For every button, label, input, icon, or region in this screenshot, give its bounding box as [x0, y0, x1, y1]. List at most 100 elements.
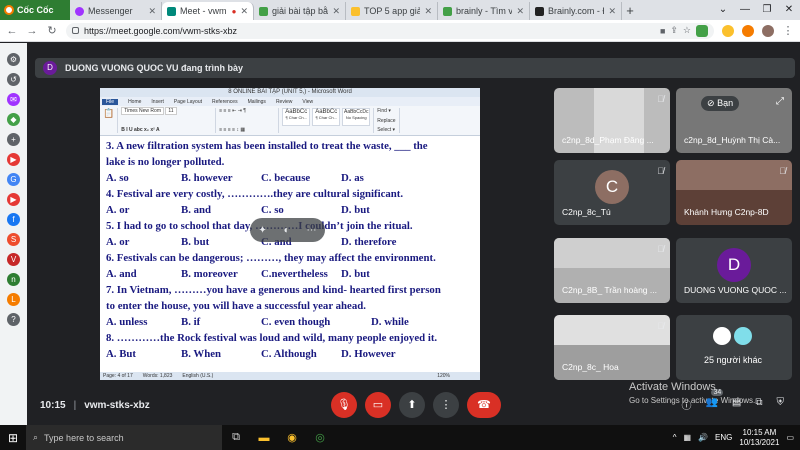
- more-options-button[interactable]: ⋮: [433, 392, 459, 418]
- expand-icon[interactable]: ⤢: [776, 96, 784, 107]
- option: B. but: [181, 236, 210, 248]
- close-window-icon[interactable]: ✕: [778, 0, 800, 20]
- camera-off-icon: ⊘: [707, 98, 715, 108]
- history-icon[interactable]: ↺: [7, 73, 20, 86]
- tab-messenger[interactable]: Messenger ✕: [70, 2, 162, 20]
- option: C.nevertheless: [261, 268, 328, 280]
- tab-brainly[interactable]: Brainly.com - Đi ✕: [530, 2, 622, 20]
- doc-line: 6. Festivals can be dangerous; ………, they…: [106, 252, 436, 264]
- star-icon[interactable]: ☆: [683, 25, 691, 36]
- option: B. moreover: [181, 268, 238, 280]
- participant-tile[interactable]: D DUONG VUONG QUOC ...: [676, 238, 792, 303]
- game-icon[interactable]: ◆: [7, 113, 20, 126]
- camera-off-button[interactable]: ▭: [365, 392, 391, 418]
- present-button[interactable]: ⬆: [399, 392, 425, 418]
- profile-avatar-icon[interactable]: [762, 24, 774, 37]
- chat-icon[interactable]: ▤: [732, 397, 741, 412]
- option: B. When: [181, 348, 222, 360]
- share-icon[interactable]: ⇪: [670, 25, 678, 36]
- pin-icon[interactable]: ✦: [258, 225, 266, 236]
- mute-icon[interactable]: ◐: [284, 225, 290, 236]
- people-icon[interactable]: 👥 34: [705, 389, 724, 412]
- video-feed: [554, 238, 670, 268]
- lazada-icon[interactable]: L: [7, 293, 20, 306]
- forward-icon[interactable]: →: [26, 25, 38, 37]
- tab-brainly-search[interactable]: brainly - Tìm với ✕: [438, 2, 530, 20]
- participant-tile[interactable]: 🎙̸ C2np_8B_ Trần hoàng ...: [554, 238, 670, 303]
- url-field[interactable]: https://meet.google.com/vwm-stks-xbz ■ ⇪…: [66, 22, 714, 39]
- more-participants-tile[interactable]: 25 người khác: [676, 315, 792, 380]
- file-explorer-icon[interactable]: ▬: [250, 432, 278, 444]
- tab-label: Messenger: [88, 6, 133, 16]
- camera-icon[interactable]: ■: [660, 26, 665, 36]
- youtube-icon[interactable]: ▶: [7, 153, 20, 166]
- browser-brand[interactable]: Cốc Cốc: [0, 0, 70, 20]
- youtube-icon[interactable]: ▶: [7, 193, 20, 206]
- participant-tile[interactable]: 🎙̸ Khánh Hưng C2np-8D: [676, 160, 792, 225]
- tab-giai-bai-tap[interactable]: giải bài tập bằng ✕: [254, 2, 346, 20]
- participant-tile[interactable]: 🎙̸ c2np_8d_Phạm Đăng ...: [554, 88, 670, 153]
- extension-icon[interactable]: [742, 24, 754, 37]
- language-indicator[interactable]: ENG: [715, 433, 732, 442]
- menu-icon[interactable]: ⋮: [782, 24, 794, 37]
- chevron-up-icon[interactable]: ^: [673, 433, 677, 442]
- network-icon[interactable]: ▦: [684, 433, 692, 442]
- add-icon[interactable]: +: [7, 133, 20, 146]
- tab-top5-app[interactable]: TOP 5 app giải T ✕: [346, 2, 438, 20]
- volume-icon[interactable]: 🔊: [698, 433, 708, 442]
- new-tab-button[interactable]: +: [622, 2, 638, 20]
- browser-tabstrip: Cốc Cốc Messenger ✕ Meet - vwm ● ✕ giải …: [0, 0, 800, 20]
- close-icon[interactable]: ✕: [608, 6, 616, 17]
- coccoc-taskbar-icon[interactable]: ◎: [306, 431, 334, 444]
- tab-meet[interactable]: Meet - vwm ● ✕: [162, 2, 254, 20]
- messenger-icon[interactable]: ✉: [7, 93, 20, 106]
- option: C. because: [261, 172, 311, 184]
- more-participants-label: 25 người khác: [704, 355, 762, 365]
- settings-icon[interactable]: ⚙: [7, 53, 20, 66]
- close-icon[interactable]: ✕: [148, 6, 156, 17]
- word-document-body: 3. A new filtration system has been inst…: [100, 136, 480, 362]
- close-icon[interactable]: ✕: [332, 6, 340, 17]
- participant-name: C2np_8B_ Trần hoàng ...: [562, 285, 657, 295]
- more-icon[interactable]: ⋯: [307, 225, 317, 236]
- facebook-icon[interactable]: f: [7, 213, 20, 226]
- extension-icon[interactable]: [722, 24, 734, 37]
- shopee-icon[interactable]: S: [7, 233, 20, 246]
- browser-sidebar: ⚙ ↺ ✉ ◆ + ▶ G ▶ f S V n L ?: [0, 43, 27, 425]
- mic-off-icon: 🎙̸: [779, 166, 786, 176]
- mic-off-button[interactable]: 🎙: [331, 392, 357, 418]
- participant-tile[interactable]: ⊘ Bạn ⤢ c2np_8d_Huỳnh Thị Cà...: [676, 88, 792, 153]
- participant-tile[interactable]: 🎙̸ C2np_8c_ Hoa: [554, 315, 670, 380]
- info-icon[interactable]: ?: [7, 313, 20, 326]
- clock[interactable]: 10:15 AM 10/13/2021: [739, 428, 779, 448]
- google-icon[interactable]: G: [7, 173, 20, 186]
- style-normal: AaBbCc ¶ Char Ch...: [282, 108, 311, 126]
- close-icon[interactable]: ✕: [424, 6, 432, 17]
- close-icon[interactable]: ✕: [516, 6, 524, 17]
- reload-icon[interactable]: ↻: [46, 24, 58, 37]
- minimize-icon[interactable]: —: [734, 0, 756, 20]
- app-icon[interactable]: ◉: [278, 431, 306, 444]
- news-icon[interactable]: n: [7, 273, 20, 286]
- option: D. However: [341, 348, 396, 360]
- windows-start-icon[interactable]: ⊞: [0, 431, 26, 445]
- close-icon[interactable]: ✕: [240, 6, 248, 17]
- tab-search-icon[interactable]: ⌄: [712, 0, 734, 20]
- notifications-icon[interactable]: ▭: [786, 433, 794, 442]
- option: A. or: [106, 236, 130, 248]
- lock-icon[interactable]: ⛨: [777, 397, 785, 412]
- info-icon[interactable]: ⓘ: [681, 397, 691, 412]
- back-icon[interactable]: ←: [6, 25, 18, 37]
- taskbar-search[interactable]: ⌕ Type here to search: [26, 425, 222, 450]
- word-menu-insert: Insert: [151, 98, 164, 105]
- activities-icon[interactable]: ⧉: [755, 397, 762, 412]
- download-extension-icon[interactable]: [696, 24, 708, 37]
- participant-tile[interactable]: C 🎙̸ C2np_8c_Tú: [554, 160, 670, 225]
- maximize-icon[interactable]: ❐: [756, 0, 778, 20]
- end-call-button[interactable]: ☎: [467, 392, 501, 418]
- vtv-icon[interactable]: V: [7, 253, 20, 266]
- option: A. unless: [106, 316, 148, 328]
- option: B. and: [181, 204, 212, 216]
- doc-options: A. But B. When C. Although D. However: [106, 346, 475, 362]
- task-view-icon[interactable]: ⧉: [222, 431, 250, 444]
